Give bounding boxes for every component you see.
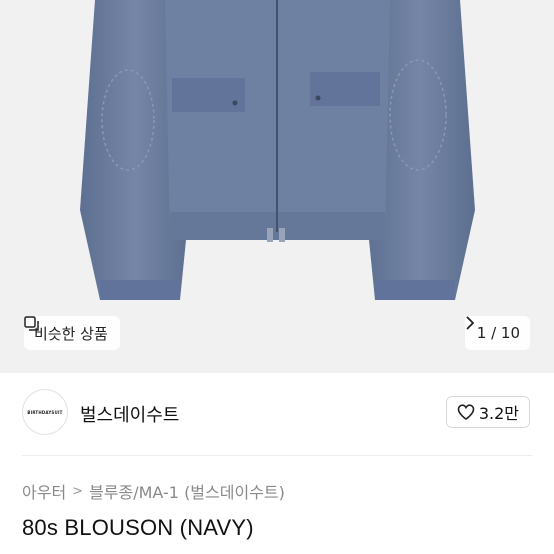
shop-row[interactable]: BIRTHDAYSUIT 벌스데이수트 3.2만 xyxy=(0,383,554,443)
like-count: 3.2만 xyxy=(478,404,519,423)
breadcrumb: 아우터 > 블루종/MA-1 (벌스데이수트) xyxy=(22,479,285,503)
similar-products-icon xyxy=(24,316,39,331)
similar-products-button[interactable]: 비슷한 상품 xyxy=(24,316,120,350)
breadcrumb-separator-icon: > xyxy=(72,483,84,499)
breadcrumb-item-outer[interactable]: 아우터 xyxy=(22,479,66,503)
chevron-right-icon xyxy=(466,316,475,330)
breadcrumb-item-category[interactable]: 블루종/MA-1 (벌스데이수트) xyxy=(89,479,285,503)
shop-avatar[interactable]: BIRTHDAYSUIT xyxy=(22,389,68,435)
shop-name[interactable]: 벌스데이수트 xyxy=(80,401,179,427)
section-divider xyxy=(22,455,532,456)
product-title: 80s BLOUSON (NAVY) xyxy=(22,515,254,540)
page-indicator-text: 1 / 10 xyxy=(476,324,520,342)
shop-logo-text: BIRTHDAYSUIT xyxy=(27,409,63,415)
like-button[interactable]: 3.2만 xyxy=(445,396,530,428)
similar-products-label: 비슷한 상품 xyxy=(34,324,108,343)
heart-icon xyxy=(457,404,475,420)
product-image[interactable]: 비슷한 상품 1 / 10 xyxy=(0,0,554,373)
image-page-indicator[interactable]: 1 / 10 xyxy=(464,316,530,350)
